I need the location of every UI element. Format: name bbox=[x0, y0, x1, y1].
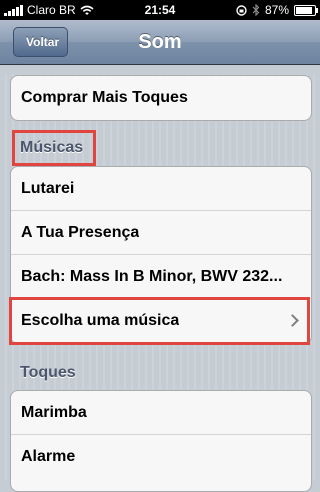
battery-fill bbox=[296, 6, 312, 14]
list-item-label: Alarme bbox=[21, 448, 76, 465]
bluetooth-icon bbox=[252, 4, 260, 16]
list-item-label: Lutarei bbox=[21, 179, 75, 197]
battery-icon bbox=[294, 4, 318, 16]
list-item-label: A Tua Presença bbox=[21, 223, 140, 241]
list-item-label: Bach: Mass In B Minor, BWV 232... bbox=[21, 267, 283, 285]
section-header-toques: Toques bbox=[20, 364, 76, 381]
status-bar: Claro BR 21:54 87% bbox=[0, 0, 320, 20]
song-row-a-tua-presenca[interactable]: A Tua Presença bbox=[11, 211, 311, 255]
buy-tones-group: Comprar Mais Toques bbox=[10, 75, 312, 121]
tone-row-alarme[interactable]: Alarme bbox=[11, 435, 311, 479]
buy-more-tones-row[interactable]: Comprar Mais Toques bbox=[11, 76, 311, 120]
navigation-bar: Voltar Som bbox=[0, 20, 320, 65]
highlight-choose-song bbox=[9, 297, 310, 345]
rotation-lock-icon bbox=[236, 4, 247, 16]
battery-percent: 87% bbox=[264, 3, 289, 17]
page-title: Som bbox=[138, 31, 182, 53]
song-row-lutarei[interactable]: Lutarei bbox=[11, 167, 311, 211]
toques-group: Marimba Alarme bbox=[10, 390, 312, 492]
highlight-musicas-header bbox=[12, 130, 96, 166]
song-row-bach-mass[interactable]: Bach: Mass In B Minor, BWV 232... bbox=[11, 255, 311, 299]
list-item-label: Marimba bbox=[21, 403, 87, 421]
tone-row-marimba[interactable]: Marimba bbox=[11, 391, 311, 435]
list-item-label: Comprar Mais Toques bbox=[21, 89, 188, 106]
status-right: 87% bbox=[236, 3, 318, 17]
